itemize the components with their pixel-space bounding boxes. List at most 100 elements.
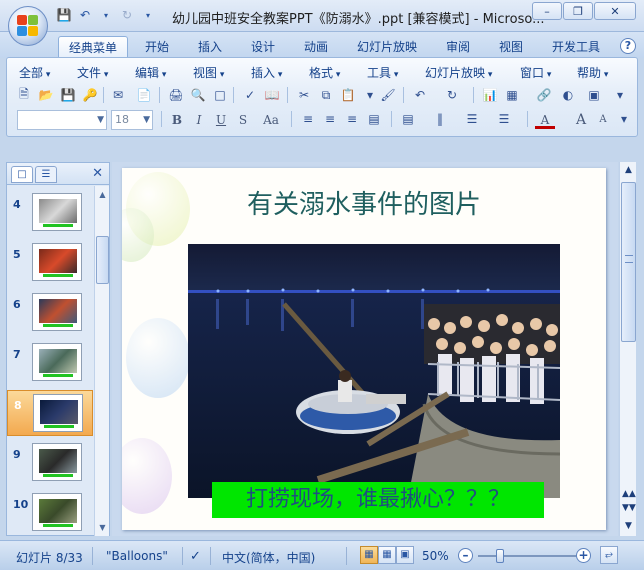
align-right-icon[interactable]: ≡ — [343, 110, 361, 128]
menu-view[interactable]: 视图 — [193, 64, 224, 81]
thumbnail-slide-4[interactable]: 4 — [7, 190, 93, 236]
thumbnail-scrollbar[interactable]: ▲ ▼ — [94, 186, 109, 536]
save-icon[interactable]: 💾 — [59, 86, 77, 104]
toolbar-options-icon[interactable]: ▾ — [615, 110, 633, 128]
paste-icon[interactable]: 📋 — [339, 86, 357, 104]
toolbar-options-icon[interactable]: ▾ — [611, 86, 629, 104]
menu-window[interactable]: 窗口 — [520, 64, 551, 81]
undo-icon[interactable]: ↶ — [411, 86, 429, 104]
publish-icon[interactable]: 📄 — [135, 86, 153, 104]
tab-insert[interactable]: 插入 — [198, 36, 222, 58]
scroll-up-icon[interactable]: ▲ — [96, 188, 109, 201]
thumbnail-slide-10[interactable]: 10 — [7, 490, 93, 536]
color-view-icon[interactable]: ▣ — [585, 86, 603, 104]
menu-file[interactable]: 文件 — [77, 64, 108, 81]
bullets-icon[interactable]: ☰ — [495, 110, 513, 128]
slide-sorter-button[interactable]: ▦ — [378, 546, 396, 564]
save-icon[interactable]: 💾 — [56, 7, 72, 23]
email-icon[interactable]: ✉ — [109, 86, 127, 104]
menu-insert[interactable]: 插入 — [251, 64, 282, 81]
menu-help[interactable]: 帮助 — [577, 64, 608, 81]
redo-icon[interactable]: ↻ — [119, 7, 135, 23]
cut-icon[interactable]: ✂ — [295, 86, 313, 104]
hyperlink-icon[interactable]: 🔗 — [535, 86, 553, 104]
thumbnail-slide-6[interactable]: 6 — [7, 290, 93, 336]
thumbnail-slide-5[interactable]: 5 — [7, 240, 93, 286]
normal-view-button[interactable]: ▦ — [360, 546, 378, 564]
tab-classic-menu[interactable]: 经典菜单 — [58, 36, 129, 58]
italic-button[interactable]: I — [189, 111, 209, 129]
grow-font-icon[interactable]: A — [571, 111, 591, 129]
font-size-combo[interactable]: 18 ▼ — [111, 110, 153, 130]
close-icon[interactable]: ✕ — [92, 166, 103, 181]
permission-icon[interactable]: 🔑 — [81, 86, 99, 104]
customize-qat-icon[interactable]: ▾ — [140, 7, 156, 23]
font-name-combo[interactable]: ▼ — [17, 110, 107, 130]
print-icon[interactable]: 🖨 — [167, 86, 185, 104]
chart-icon[interactable]: 📊 — [481, 86, 499, 104]
current-slide[interactable]: 有关溺水事件的图片 打捞现场，谁最揪心？？？ — [122, 168, 606, 530]
research-icon[interactable]: 📖 — [263, 86, 281, 104]
thumbnail-slide-8[interactable]: 8 — [7, 390, 93, 436]
zoom-out-icon[interactable]: – — [458, 548, 473, 563]
slide-scrollbar[interactable]: ▲ ▲▲ ▼▼ ▼ — [619, 162, 636, 536]
justify-icon[interactable]: ▤ — [365, 110, 383, 128]
tab-slides[interactable]: □ — [11, 166, 33, 183]
zoom-level[interactable]: 50% — [422, 549, 449, 563]
open-folder-icon[interactable]: 📂 — [37, 86, 55, 104]
scroll-down-icon[interactable]: ▼ — [622, 520, 635, 532]
menu-slideshow[interactable]: 幻灯片放映 — [425, 64, 492, 81]
menu-tools[interactable]: 工具 — [367, 64, 398, 81]
print-preview-icon[interactable]: 🔍 — [189, 86, 207, 104]
columns-icon[interactable]: ‖ — [431, 110, 449, 128]
minimize-button[interactable]: – — [532, 2, 562, 20]
fit-to-window-icon[interactable]: ⥂ — [600, 546, 618, 564]
tab-design[interactable]: 设计 — [251, 36, 275, 58]
next-slide-icon[interactable]: ▼▼ — [622, 502, 636, 514]
align-center-icon[interactable]: ≡ — [321, 110, 339, 128]
bold-button[interactable]: B — [167, 111, 187, 129]
scrollbar-thumb[interactable] — [96, 236, 109, 284]
format-painter-icon[interactable]: 🖌 — [379, 86, 397, 104]
align-left-icon[interactable]: ≡ — [299, 110, 317, 128]
change-case-button[interactable]: Aa — [257, 111, 285, 129]
scroll-up-icon[interactable]: ▲ — [622, 164, 635, 176]
zoom-in-icon[interactable]: + — [576, 548, 591, 563]
menu-format[interactable]: 格式 — [309, 64, 340, 81]
paste-dropdown-icon[interactable]: ▾ — [361, 86, 379, 104]
language[interactable]: 中文(简体，中国) — [222, 549, 315, 566]
slideshow-view-button[interactable]: ▣ — [396, 546, 414, 564]
font-color-icon[interactable]: A — [535, 111, 555, 129]
tab-home[interactable]: 开始 — [145, 36, 169, 58]
menu-all[interactable]: 全部 — [19, 64, 50, 81]
shadow-button[interactable]: S — [233, 111, 253, 129]
zoom-slider-knob[interactable] — [495, 549, 504, 563]
tab-slideshow[interactable]: 幻灯片放映 — [357, 36, 417, 58]
tab-outline[interactable]: ☰ — [35, 166, 57, 183]
tab-animation[interactable]: 动画 — [304, 36, 328, 58]
close-button[interactable]: ✕ — [594, 2, 636, 20]
shrink-font-icon[interactable]: A — [593, 111, 613, 129]
undo-icon[interactable]: ↶ — [77, 7, 93, 23]
zoom-slider[interactable] — [478, 549, 576, 563]
help-icon[interactable]: ? — [620, 38, 636, 54]
thumbnail-slide-9[interactable]: 9 — [7, 440, 93, 486]
underline-button[interactable]: U — [211, 111, 231, 129]
thumbnail-slide-7[interactable]: 7 — [7, 340, 93, 386]
scroll-down-icon[interactable]: ▼ — [96, 521, 109, 534]
spelling-icon[interactable]: ✓ — [241, 86, 259, 104]
rescue-photo[interactable] — [188, 244, 560, 498]
page-setup-icon[interactable]: □ — [211, 86, 229, 104]
tab-review[interactable]: 审阅 — [446, 36, 470, 58]
new-file-icon[interactable]: 🗎 — [15, 86, 33, 104]
previous-slide-icon[interactable]: ▲▲ — [622, 488, 636, 500]
redo-icon[interactable]: ↻ — [443, 86, 461, 104]
tab-view[interactable]: 视图 — [499, 36, 523, 58]
slide-title[interactable]: 有关溺水事件的图片 — [122, 184, 606, 221]
scrollbar-thumb[interactable] — [621, 182, 636, 342]
spelling-check-icon[interactable]: ✓ — [190, 549, 201, 564]
copy-icon[interactable]: ⧉ — [317, 86, 335, 104]
tab-developer[interactable]: 开发工具 — [552, 36, 600, 58]
chevron-down-icon[interactable]: ▾ — [98, 7, 114, 23]
menu-edit[interactable]: 编辑 — [135, 64, 166, 81]
